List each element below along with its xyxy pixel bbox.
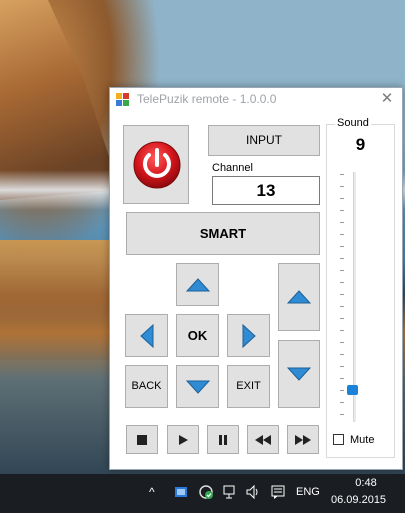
volume-tick (340, 198, 344, 199)
volume-tick (340, 318, 344, 319)
fast-forward-icon (295, 434, 311, 445)
window-title: TelePuzik remote - 1.0.0.0 (137, 92, 277, 106)
triangle-down-icon (185, 380, 210, 394)
close-button[interactable]: ✕ (376, 89, 398, 109)
volume-tick (340, 210, 344, 211)
remote-window: TelePuzik remote - 1.0.0.0 ✕ INPUT Chann… (109, 87, 403, 470)
clock-time[interactable]: 0:48 (346, 477, 386, 489)
left-button[interactable] (125, 314, 168, 357)
show-hidden-icons-button[interactable]: ^ (149, 485, 155, 499)
sound-group (326, 124, 395, 458)
volume-tick (340, 258, 344, 259)
volume-tick (340, 234, 344, 235)
volume-tick (340, 186, 344, 187)
volume-tick (340, 174, 344, 175)
volume-tick (340, 342, 344, 343)
volume-tick (340, 282, 344, 283)
rewind-icon (255, 434, 271, 445)
smart-button[interactable]: SMART (126, 212, 320, 255)
right-button[interactable] (227, 314, 270, 357)
channel-label: Channel (212, 162, 253, 174)
action-center-icon[interactable] (270, 484, 286, 500)
mute-label: Mute (350, 434, 375, 446)
clock-date[interactable]: 06.09.2015 (331, 494, 386, 506)
network-icon[interactable] (222, 484, 238, 500)
sync-check-icon[interactable] (198, 484, 214, 500)
volume-tick (340, 366, 344, 367)
back-button[interactable]: BACK (125, 365, 168, 408)
tray-app-icon[interactable] (173, 484, 189, 500)
power-button[interactable] (123, 125, 189, 204)
pause-button[interactable] (207, 425, 239, 454)
volume-tick (340, 390, 344, 391)
triangle-up-icon (185, 277, 210, 291)
rewind-button[interactable] (247, 425, 279, 454)
power-icon (133, 141, 181, 189)
title-bar[interactable]: TelePuzik remote - 1.0.0.0 ✕ (110, 88, 402, 110)
volume-tick (340, 378, 344, 379)
ok-button[interactable]: OK (176, 314, 219, 357)
app-icon (116, 93, 129, 106)
play-button[interactable] (167, 425, 199, 454)
channel-field[interactable]: 13 (212, 176, 320, 205)
exit-button[interactable]: EXIT (227, 365, 270, 408)
mute-checkbox[interactable] (333, 434, 344, 445)
language-indicator[interactable]: ENG (296, 486, 320, 498)
volume-slider-thumb[interactable] (347, 385, 358, 395)
volume-icon[interactable] (245, 484, 261, 500)
play-icon (179, 434, 188, 445)
down-button[interactable] (176, 365, 219, 408)
volume-tick (340, 330, 344, 331)
volume-tick (340, 354, 344, 355)
up-button[interactable] (176, 263, 219, 306)
triangle-left-icon (139, 323, 153, 348)
volume-tick (340, 402, 344, 403)
volume-tick (340, 294, 344, 295)
wallpaper-reflection (0, 240, 110, 360)
volume-tick (340, 246, 344, 247)
taskbar: ^ ENG 0:48 06.09.2015 (0, 474, 405, 513)
input-button[interactable]: INPUT (208, 125, 320, 156)
volume-tick (340, 270, 344, 271)
sound-label: Sound (335, 117, 371, 129)
triangle-down-icon (287, 367, 311, 381)
fast-forward-button[interactable] (287, 425, 319, 454)
triangle-up-icon (287, 290, 311, 304)
volume-tick (340, 306, 344, 307)
triangle-right-icon (242, 323, 256, 348)
sound-value: 9 (355, 135, 366, 154)
volume-tick (340, 414, 344, 415)
channel-up-button[interactable] (278, 263, 320, 331)
volume-tick (340, 222, 344, 223)
stop-icon (137, 434, 147, 445)
stop-button[interactable] (126, 425, 158, 454)
channel-down-button[interactable] (278, 340, 320, 408)
pause-icon (219, 434, 227, 445)
